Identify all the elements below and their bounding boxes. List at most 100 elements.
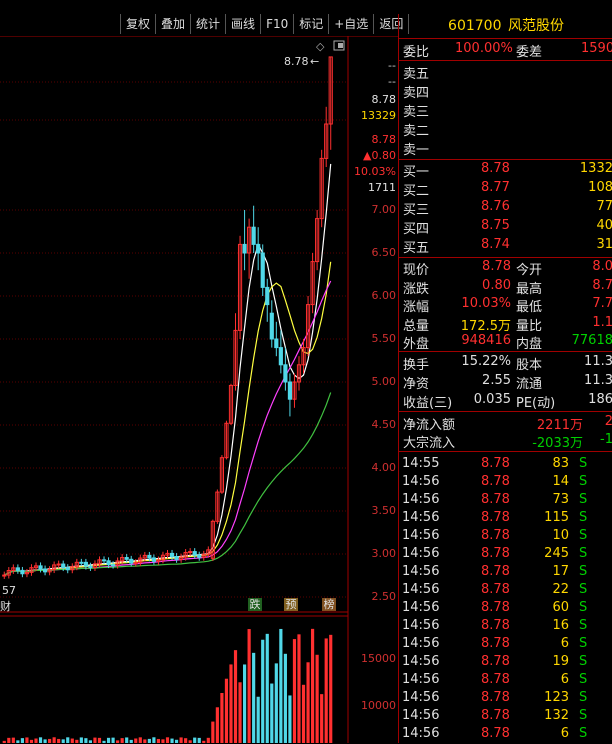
tick-volume: 132 bbox=[544, 708, 569, 723]
stat-value: 0.80 bbox=[482, 277, 511, 293]
overlay-button[interactable]: 叠加 bbox=[156, 14, 192, 34]
volume-bar bbox=[120, 738, 124, 743]
volume-bar bbox=[252, 652, 256, 743]
buy-price: 8.76 bbox=[481, 199, 510, 214]
tick-volume: 14 bbox=[552, 474, 569, 489]
sell-row[interactable]: 卖一 bbox=[399, 139, 612, 158]
tick-time: 14:56 bbox=[402, 654, 440, 669]
tick-volume: 19 bbox=[552, 654, 569, 669]
sell-label: 卖二 bbox=[403, 124, 430, 139]
candle-body bbox=[147, 554, 152, 559]
tick-time: 14:55 bbox=[402, 456, 440, 471]
volume-bar bbox=[125, 737, 129, 743]
volume-tick-label: 15000 bbox=[361, 652, 396, 665]
tick-price: 8.78 bbox=[481, 546, 510, 561]
buy-row[interactable]: 买三 8.76 77 bbox=[399, 199, 612, 218]
volume-bar bbox=[274, 663, 278, 743]
buy-price: 8.74 bbox=[481, 237, 510, 252]
f10-button[interactable]: F10 bbox=[261, 14, 295, 34]
buy-label: 买五 bbox=[403, 241, 430, 256]
buy-price: 8.75 bbox=[481, 218, 510, 233]
tick-price: 8.78 bbox=[481, 510, 510, 525]
stock-code: 601700 bbox=[448, 18, 502, 34]
stat2-label-2: PE(动) bbox=[516, 396, 556, 411]
stat-row: 外盘 948416 内盘 77618 bbox=[399, 333, 612, 352]
tick-volume: 10 bbox=[552, 528, 569, 543]
tick-row: 14:56 8.78 17 S bbox=[399, 564, 612, 582]
volume-bar bbox=[152, 737, 156, 743]
tick-side: S bbox=[579, 582, 588, 597]
webi-row: 委比 100.00% 委差 1590 bbox=[403, 41, 612, 60]
volume-bar bbox=[220, 693, 224, 743]
stat-label: 总量 bbox=[403, 318, 430, 334]
tag-forecast[interactable]: 预 bbox=[284, 598, 298, 611]
draw-line-button[interactable]: 画线 bbox=[226, 14, 262, 34]
volume-bar bbox=[43, 739, 47, 743]
tick-row: 14:56 8.78 245 S bbox=[399, 546, 612, 564]
volume-bar bbox=[179, 737, 183, 743]
tick-time: 14:56 bbox=[402, 510, 440, 525]
buy-row[interactable]: 买二 8.77 108 bbox=[399, 180, 612, 199]
sell-row[interactable]: 卖五 bbox=[399, 63, 612, 82]
stats-button[interactable]: 统计 bbox=[191, 14, 227, 34]
candle-body bbox=[133, 562, 138, 565]
volume-bar bbox=[20, 738, 24, 743]
tick-side: S bbox=[579, 456, 588, 471]
volume-bar bbox=[170, 738, 174, 743]
tick-price: 8.78 bbox=[481, 564, 510, 579]
volume-bar bbox=[197, 737, 201, 743]
tick-price: 8.78 bbox=[481, 690, 510, 705]
stat-value-2: 8.7 bbox=[592, 277, 612, 293]
tick-side: S bbox=[579, 618, 588, 633]
flow-label: 净流入额 bbox=[403, 418, 456, 433]
tick-row: 14:56 8.78 16 S bbox=[399, 618, 612, 636]
volume-bar bbox=[211, 721, 215, 743]
tick-side: S bbox=[579, 636, 588, 651]
sell-label: 卖五 bbox=[403, 67, 430, 82]
sell-row[interactable]: 卖四 bbox=[399, 82, 612, 101]
price-tick-label: 6.00 bbox=[371, 289, 397, 302]
volume-bar bbox=[11, 737, 15, 743]
volume-bar bbox=[138, 737, 142, 743]
buy-row[interactable]: 买一 8.78 1332 bbox=[399, 161, 612, 180]
flow-row: 净流入额 2211万 2 bbox=[399, 414, 612, 433]
volume-bar bbox=[270, 683, 274, 743]
stat2-label: 净资 bbox=[403, 377, 430, 392]
tick-volume: 60 bbox=[552, 600, 569, 615]
tick-time: 14:56 bbox=[402, 528, 440, 543]
tick-time: 14:56 bbox=[402, 672, 440, 687]
tick-row: 14:56 8.78 6 S bbox=[399, 672, 612, 690]
candle-body bbox=[129, 558, 134, 564]
volume-bar bbox=[134, 738, 138, 743]
kline-chart[interactable]: ◇ bbox=[0, 36, 398, 743]
volume-bar bbox=[301, 684, 306, 743]
candle-body bbox=[197, 554, 202, 558]
price-tick-label: 2.50 bbox=[371, 590, 397, 603]
candle-body bbox=[265, 286, 270, 306]
tick-side: S bbox=[579, 492, 588, 507]
candle-body bbox=[38, 565, 43, 570]
sell-row[interactable]: 卖三 bbox=[399, 101, 612, 120]
tick-time: 14:56 bbox=[402, 636, 440, 651]
tag-rank[interactable]: 榜 bbox=[322, 598, 336, 611]
tag-fall[interactable]: 跌 bbox=[248, 598, 262, 611]
tick-row: 14:56 8.78 123 S bbox=[399, 690, 612, 708]
volume-bar bbox=[93, 737, 97, 743]
buy-row[interactable]: 买五 8.74 31 bbox=[399, 237, 612, 256]
volume-bar bbox=[52, 737, 56, 743]
candle-body bbox=[61, 563, 66, 569]
candle-body bbox=[65, 567, 70, 571]
fuquan-button[interactable]: 复权 bbox=[120, 14, 157, 34]
tick-time: 14:56 bbox=[402, 546, 440, 561]
tick-volume: 73 bbox=[552, 492, 569, 507]
buy-row[interactable]: 买四 8.75 40 bbox=[399, 218, 612, 237]
tick-row: 14:56 8.78 73 S bbox=[399, 492, 612, 510]
stat-value-2: 1.1 bbox=[592, 314, 612, 330]
candle-body bbox=[251, 226, 256, 245]
stat-value-2: 77618 bbox=[571, 333, 612, 348]
sell-row[interactable]: 卖二 bbox=[399, 120, 612, 139]
stat2-label-2: 股本 bbox=[516, 358, 543, 373]
diamond-icon[interactable]: ◇ bbox=[316, 40, 325, 53]
mark-button[interactable]: 标记 bbox=[294, 14, 330, 34]
tick-side: S bbox=[579, 672, 588, 687]
